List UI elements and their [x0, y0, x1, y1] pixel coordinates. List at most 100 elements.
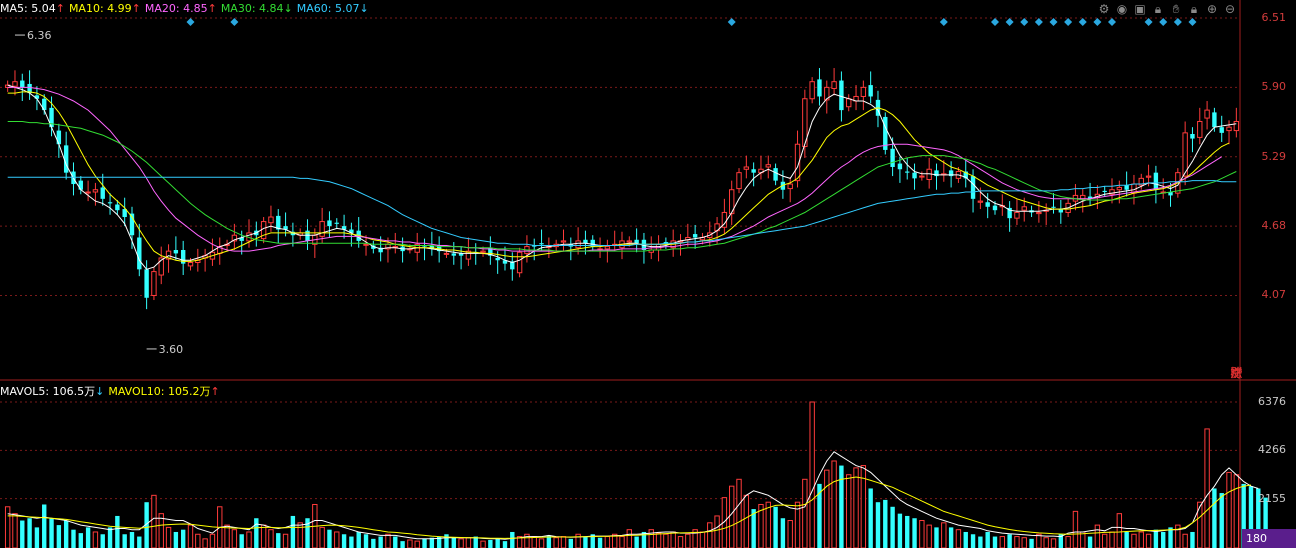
signal-marker-icon	[1078, 18, 1087, 26]
volume-bar	[224, 524, 230, 548]
volume-bar	[780, 518, 786, 548]
volume-bar	[1124, 531, 1129, 548]
volume-bar	[1036, 533, 1042, 548]
volume-bar	[254, 518, 259, 548]
volume-bar	[85, 527, 91, 548]
candle-body	[1051, 206, 1056, 208]
volume-bar	[20, 520, 25, 548]
volume-bar	[743, 494, 750, 548]
volume-bar	[1153, 529, 1159, 548]
candle-body	[846, 98, 852, 108]
candle-body	[1153, 172, 1159, 190]
volume-bar	[1007, 534, 1012, 548]
candle-body	[1145, 175, 1152, 178]
volume-bar	[655, 532, 662, 548]
candle-body	[1124, 185, 1129, 190]
candle-body	[443, 252, 450, 255]
volume-bar	[290, 515, 296, 548]
candle-body	[692, 234, 698, 238]
candle-body	[809, 81, 815, 100]
volume-bar	[1029, 538, 1034, 548]
signal-marker-icon	[186, 18, 195, 26]
candle-body	[970, 176, 976, 199]
volume-tick-label: 4266	[1258, 443, 1286, 457]
volume-bar	[765, 501, 771, 548]
volume-bar	[1226, 471, 1232, 548]
signal-marker-icon	[1173, 18, 1182, 26]
volume-bar	[422, 538, 427, 548]
candle-body	[363, 243, 369, 246]
candle-body	[1116, 186, 1123, 191]
volume-bar	[239, 534, 244, 548]
candle-body	[634, 239, 639, 244]
volume-bar	[941, 522, 947, 548]
candle-body	[860, 86, 867, 97]
volume-bar	[809, 401, 815, 548]
volume-bar	[209, 533, 216, 548]
volume-bar	[905, 515, 910, 548]
volume-bar	[414, 540, 420, 548]
volume-bar	[495, 538, 500, 548]
volume-bar	[276, 533, 281, 548]
volume-bar	[71, 529, 76, 548]
candle-body	[1212, 112, 1217, 128]
volume-bar	[883, 499, 888, 548]
candle-body	[137, 237, 142, 270]
volume-bar	[912, 518, 917, 548]
kline-chart[interactable]: 6.363.60财涨榜	[0, 0, 1296, 548]
volume-bar	[583, 536, 588, 548]
volume-bar	[393, 536, 398, 548]
signal-marker-icon	[1034, 18, 1043, 26]
volume-bar	[1219, 493, 1224, 548]
volume-bar	[510, 531, 515, 548]
volume-bar	[634, 536, 639, 548]
volume-bar	[27, 518, 32, 548]
volume-bar	[1087, 536, 1093, 548]
signal-marker-icon	[1144, 18, 1153, 26]
volume-bar	[129, 531, 135, 548]
volume-bar	[1116, 513, 1123, 548]
volume-bar	[356, 531, 361, 548]
volume-bar	[56, 525, 62, 548]
volume-bar	[963, 531, 968, 548]
volume-bar	[1043, 537, 1049, 548]
volume-bar	[458, 538, 464, 548]
volume-bar	[1145, 533, 1152, 548]
volume-bar	[831, 460, 837, 548]
volume-bar	[341, 534, 347, 548]
volume-bar	[707, 522, 713, 548]
volume-bar	[180, 529, 186, 548]
candle-body	[151, 271, 157, 296]
volume-bar	[1190, 531, 1195, 548]
candle-body	[890, 148, 895, 167]
candle-body	[977, 200, 984, 203]
candle-body	[743, 166, 750, 170]
candle-body	[839, 80, 844, 111]
candle-body	[516, 251, 523, 274]
candle-body	[992, 205, 998, 211]
volume-bar	[685, 533, 691, 548]
candle-body	[20, 80, 25, 88]
volume-bar	[195, 533, 201, 548]
volume-bar	[1080, 531, 1086, 548]
volume-bar	[538, 538, 545, 548]
volume-bar	[1233, 474, 1240, 548]
volume-bar	[1204, 428, 1210, 548]
candle-body	[773, 168, 778, 181]
candle-body	[327, 220, 332, 227]
event-marker: 榜	[1230, 365, 1242, 380]
candle-body	[1021, 206, 1027, 211]
candle-body	[1036, 211, 1042, 215]
candle-body	[751, 169, 756, 173]
signal-marker-icon	[1093, 18, 1102, 26]
volume-bar	[553, 537, 559, 548]
candle-body	[626, 240, 633, 243]
volume-bar	[824, 469, 830, 548]
volume-bar	[729, 485, 735, 548]
candle-body	[905, 171, 910, 173]
candle-body	[1102, 190, 1107, 192]
volume-bar	[319, 526, 325, 548]
candle-body	[765, 164, 771, 168]
candle-body	[583, 239, 588, 244]
volume-bar	[246, 531, 252, 548]
